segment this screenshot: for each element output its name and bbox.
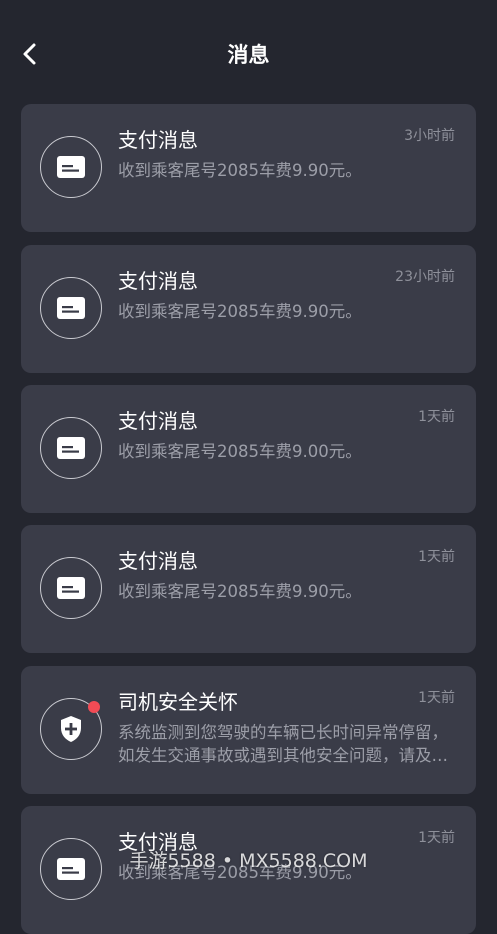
- shield-plus-icon: [61, 716, 81, 742]
- message-card[interactable]: 支付消息 3小时前 收到乘客尾号2085车费9.90元。: [21, 104, 476, 232]
- card-icon: [57, 297, 85, 319]
- message-body: 收到乘客尾号2085车费9.90元。: [118, 161, 362, 180]
- message-card[interactable]: 司机安全关怀 1天前 系统监测到您驾驶的车辆已长时间异常停留，如发生交通事故或遇…: [21, 666, 476, 794]
- page-title: 消息: [227, 43, 270, 67]
- payment-icon-circle: [40, 557, 102, 619]
- header: 消息: [0, 0, 497, 104]
- message-time: 1天前: [418, 690, 455, 706]
- card-icon: [57, 577, 85, 599]
- payment-icon-circle: [40, 277, 102, 339]
- message-title: 支付消息: [118, 549, 198, 573]
- message-body: 收到乘客尾号2085车费9.00元。: [118, 442, 362, 461]
- watermark: 手游5588 • MX5588.COM: [129, 850, 368, 872]
- message-time: 1天前: [418, 830, 455, 846]
- message-time: 1天前: [418, 409, 455, 425]
- unread-dot: [88, 701, 100, 713]
- message-time: 1天前: [418, 549, 455, 565]
- card-icon: [57, 156, 85, 178]
- message-title: 司机安全关怀: [118, 690, 238, 714]
- message-card[interactable]: 支付消息 1天前 收到乘客尾号2085车费9.00元。: [21, 385, 476, 513]
- message-title: 支付消息: [118, 409, 198, 433]
- card-icon: [57, 437, 85, 459]
- message-card[interactable]: 支付消息 23小时前 收到乘客尾号2085车费9.90元。: [21, 245, 476, 373]
- message-body: 收到乘客尾号2085车费9.90元。: [118, 302, 362, 321]
- message-title: 支付消息: [118, 269, 198, 293]
- message-time: 3小时前: [404, 128, 455, 144]
- payment-icon-circle: [40, 136, 102, 198]
- payment-icon-circle: [40, 417, 102, 479]
- message-time: 23小时前: [395, 269, 455, 285]
- message-title: 支付消息: [118, 128, 198, 152]
- message-body: 收到乘客尾号2085车费9.90元。: [118, 582, 362, 601]
- message-body: 系统监测到您驾驶的车辆已长时间异常停留，如发生交通事故或遇到其他安全问题，请及时…: [118, 723, 448, 765]
- message-card[interactable]: 支付消息 1天前 收到乘客尾号2085车费9.90元。: [21, 525, 476, 653]
